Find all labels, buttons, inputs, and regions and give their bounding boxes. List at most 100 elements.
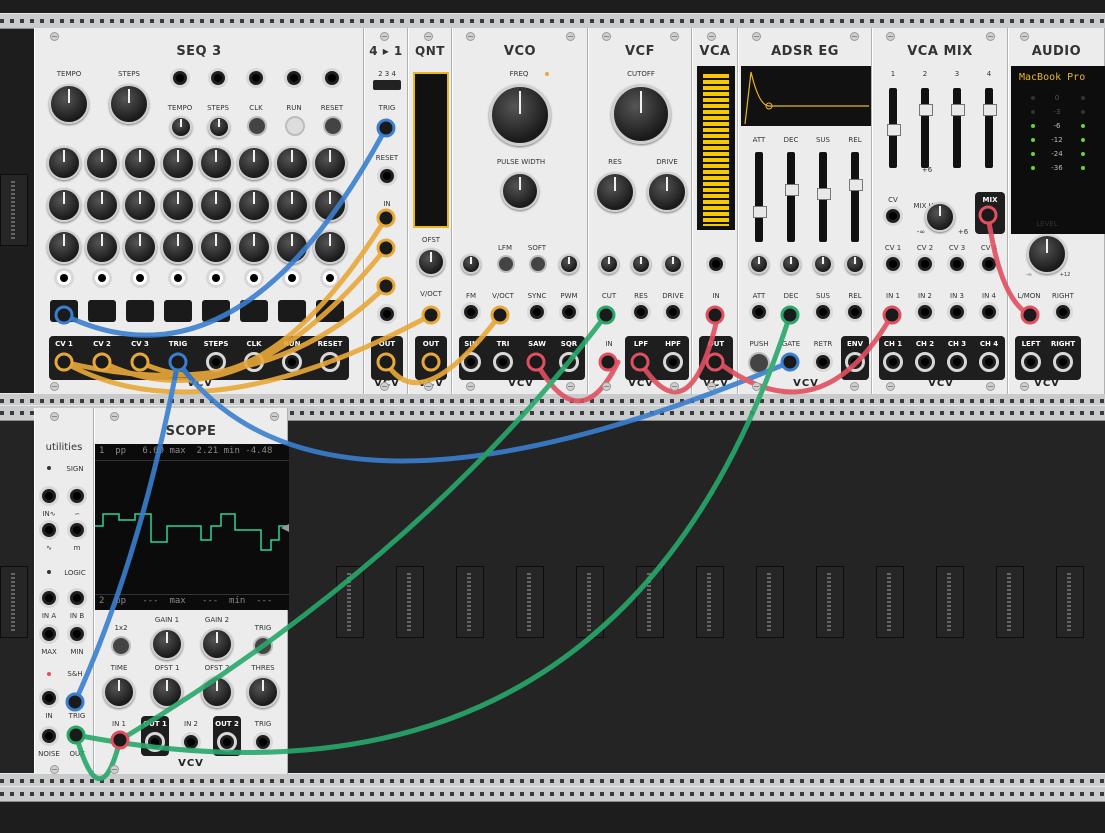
channel-level-slider[interactable]: [887, 88, 901, 168]
fm-knob[interactable]: [461, 254, 481, 274]
run-in-jack[interactable]: [284, 68, 304, 88]
push-button[interactable]: [748, 352, 770, 374]
channel-level-slider[interactable]: [983, 88, 997, 168]
reset-button[interactable]: [323, 116, 343, 136]
channel-in-jack[interactable]: [947, 302, 967, 322]
tempo-knob[interactable]: [49, 84, 89, 124]
step-knob[interactable]: [237, 146, 271, 180]
step-knob[interactable]: [199, 146, 233, 180]
logic-in-b-jack[interactable]: [67, 588, 87, 608]
ofst-knob[interactable]: [417, 248, 445, 276]
channel-level-slider[interactable]: [951, 88, 965, 168]
gate-button[interactable]: [164, 300, 192, 322]
reset-in-jack[interactable]: [322, 68, 342, 88]
ofst1-knob[interactable]: [151, 676, 183, 708]
step-knob[interactable]: [313, 230, 347, 264]
lfm-button[interactable]: [497, 255, 515, 273]
step-gate-led[interactable]: [54, 268, 74, 288]
drive-in-jack[interactable]: [663, 302, 683, 322]
channel-out-jack[interactable]: [883, 352, 903, 372]
sign-jack-3[interactable]: [39, 520, 59, 540]
seq-output-jack[interactable]: [282, 352, 302, 372]
channel-out-jack[interactable]: [947, 352, 967, 372]
step-gate-led[interactable]: [206, 268, 226, 288]
tempo-cv-knob[interactable]: [170, 116, 192, 138]
out2-jack[interactable]: [217, 732, 237, 752]
att-cv-knob[interactable]: [749, 254, 769, 274]
out1-jack[interactable]: [145, 732, 165, 752]
in4-jack[interactable]: [377, 304, 397, 324]
sin-jack[interactable]: [461, 352, 481, 372]
rel-in-jack[interactable]: [845, 302, 865, 322]
step-knob[interactable]: [47, 230, 81, 264]
step-knob[interactable]: [161, 230, 195, 264]
thres-knob[interactable]: [247, 676, 279, 708]
channel-out-jack[interactable]: [979, 352, 999, 372]
step-knob[interactable]: [161, 188, 195, 222]
mix-lvl-knob[interactable]: [925, 202, 955, 232]
step-knob[interactable]: [237, 188, 271, 222]
time-knob[interactable]: [103, 676, 135, 708]
step-knob[interactable]: [199, 188, 233, 222]
gain2-knob[interactable]: [201, 628, 233, 660]
step-knob[interactable]: [85, 188, 119, 222]
rel-cv-knob[interactable]: [845, 254, 865, 274]
step-knob[interactable]: [85, 146, 119, 180]
x1x2-button[interactable]: [111, 636, 131, 656]
step-knob[interactable]: [85, 230, 119, 264]
clk-in-jack[interactable]: [246, 68, 266, 88]
tri-jack[interactable]: [493, 352, 513, 372]
mix-cv-jack[interactable]: [883, 206, 903, 226]
steps-switch[interactable]: [373, 80, 401, 90]
cv-jack[interactable]: [706, 254, 726, 274]
step-gate-led[interactable]: [320, 268, 340, 288]
cv-in-jack[interactable]: [947, 254, 967, 274]
step-gate-led[interactable]: [282, 268, 302, 288]
pulse-width-knob[interactable]: [501, 172, 539, 210]
sus-slider[interactable]: [817, 152, 831, 242]
trig-in-jack[interactable]: [253, 732, 273, 752]
soft-button[interactable]: [529, 255, 547, 273]
step-knob[interactable]: [199, 230, 233, 264]
step-gate-led[interactable]: [168, 268, 188, 288]
step-knob[interactable]: [123, 188, 157, 222]
step-knob[interactable]: [275, 230, 309, 264]
channel-in-jack[interactable]: [979, 302, 999, 322]
gate-button[interactable]: [126, 300, 154, 322]
channel-out-jack[interactable]: [915, 352, 935, 372]
res-in-jack[interactable]: [631, 302, 651, 322]
level-knob[interactable]: [1027, 234, 1067, 274]
run-button[interactable]: [285, 116, 305, 136]
max-jack[interactable]: [39, 624, 59, 644]
sus-cv-knob[interactable]: [813, 254, 833, 274]
sign-jack-4[interactable]: [67, 520, 87, 540]
pwm-jack[interactable]: [559, 302, 579, 322]
step-knob[interactable]: [123, 230, 157, 264]
step-knob[interactable]: [47, 188, 81, 222]
qnt-keyboard[interactable]: [413, 72, 449, 228]
cv-in-jack[interactable]: [979, 254, 999, 274]
step-knob[interactable]: [313, 146, 347, 180]
step-knob[interactable]: [47, 146, 81, 180]
dec-slider[interactable]: [785, 152, 799, 242]
step-knob[interactable]: [275, 188, 309, 222]
env-out-jack[interactable]: [845, 352, 865, 372]
step-gate-led[interactable]: [244, 268, 264, 288]
gain1-knob[interactable]: [151, 628, 183, 660]
res-knob[interactable]: [595, 172, 635, 212]
hpf-jack[interactable]: [663, 352, 683, 372]
right-out-jack[interactable]: [1053, 352, 1073, 372]
logic-in-a-jack[interactable]: [39, 588, 59, 608]
retr-jack[interactable]: [813, 352, 833, 372]
steps-knob[interactable]: [109, 84, 149, 124]
fm-jack[interactable]: [461, 302, 481, 322]
seq-output-jack[interactable]: [206, 352, 226, 372]
pwm-knob[interactable]: [559, 254, 579, 274]
step-knob[interactable]: [123, 146, 157, 180]
reset-jack[interactable]: [377, 166, 397, 186]
freq-knob[interactable]: [489, 84, 551, 146]
sqr-jack[interactable]: [559, 352, 579, 372]
gate-button[interactable]: [88, 300, 116, 322]
trig-button[interactable]: [253, 636, 273, 656]
res-cv-knob[interactable]: [631, 254, 651, 274]
